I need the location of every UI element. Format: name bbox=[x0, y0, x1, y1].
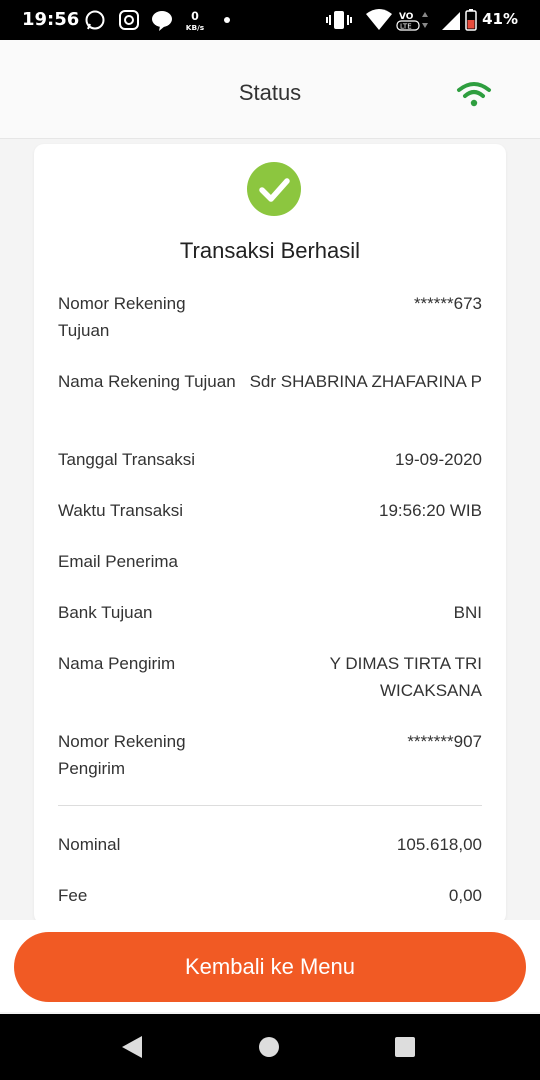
total-label: Nominal bbox=[58, 835, 121, 854]
detail-label: Tanggal Transaksi bbox=[58, 450, 196, 469]
detail-value: 19-09-2020 bbox=[395, 450, 482, 469]
system-status-bar: 19:56 0 KB/s VO LTE 41% bbox=[0, 0, 540, 40]
instagram-icon bbox=[119, 10, 139, 30]
system-nav-bar bbox=[0, 1014, 540, 1080]
battery-percent: 41% bbox=[482, 10, 518, 28]
home-icon[interactable] bbox=[259, 1037, 279, 1057]
detail-label: Nama Rekening Tujuan bbox=[58, 372, 236, 391]
success-check-icon bbox=[247, 162, 301, 216]
detail-label: Nama Pengirim bbox=[58, 654, 176, 673]
wifi-icon bbox=[457, 82, 491, 107]
status-title: Transaksi Berhasil bbox=[179, 238, 361, 263]
detail-value: BNI bbox=[453, 603, 482, 622]
svg-text:0: 0 bbox=[191, 10, 199, 23]
back-icon[interactable] bbox=[122, 1036, 142, 1058]
svg-text:LTE: LTE bbox=[400, 23, 412, 31]
back-to-menu-button[interactable]: Kembali ke Menu bbox=[14, 932, 526, 1002]
vibrate-icon bbox=[326, 11, 352, 29]
wifi-status-icon bbox=[366, 9, 392, 30]
detail-value: 19:56:20 WIB bbox=[378, 501, 482, 520]
detail-label: Nomor Rekening Tujuan bbox=[58, 294, 186, 340]
detail-label: Email Penerima bbox=[58, 552, 178, 571]
detail-value: ******673 bbox=[413, 294, 482, 313]
detail-label: Bank Tujuan bbox=[58, 603, 153, 622]
dot-icon bbox=[224, 17, 230, 23]
detail-value: Y DIMAS TIRTA TRI WICAKSANA bbox=[329, 654, 482, 700]
detail-value: *******907 bbox=[407, 732, 482, 751]
app-bar: Status bbox=[0, 40, 540, 139]
net-speed-indicator: 0 KB/s bbox=[186, 10, 205, 32]
volte-icon: VO LTE bbox=[396, 12, 428, 31]
line-icon bbox=[152, 11, 172, 31]
whatsapp-icon bbox=[85, 10, 105, 30]
status-time: 19:56 bbox=[22, 9, 80, 30]
cell-signal-icon bbox=[442, 12, 460, 30]
detail-value: Sdr SHABRINA ZHAFARINA P bbox=[249, 372, 482, 391]
total-value: 105.618,00 bbox=[396, 835, 482, 854]
battery-icon bbox=[465, 9, 477, 31]
divider bbox=[58, 805, 482, 806]
svg-text:KB/s: KB/s bbox=[186, 23, 205, 32]
total-label: Fee bbox=[58, 886, 88, 905]
recents-icon[interactable] bbox=[395, 1037, 415, 1057]
detail-label: Nomor Rekening Pengirim bbox=[58, 732, 186, 778]
detail-label: Waktu Transaksi bbox=[58, 501, 184, 520]
receipt-card: Transaksi Berhasil Nomor Rekening Tujuan… bbox=[34, 144, 506, 924]
total-value: 0,00 bbox=[448, 886, 482, 905]
